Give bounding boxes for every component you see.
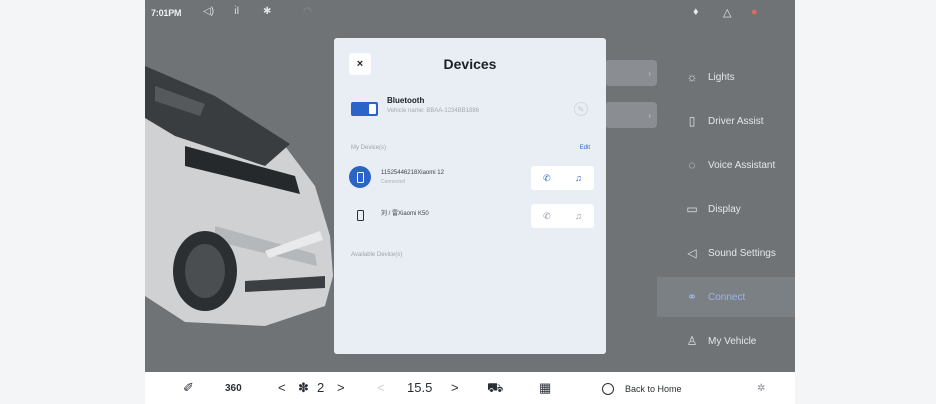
menu-item-sound-settings[interactable]: ◁ Sound Settings (657, 233, 795, 273)
fan-level: 2 (317, 380, 325, 395)
climate-settings-icon[interactable]: ✲ (757, 383, 765, 394)
call-icon[interactable]: ✆ (543, 211, 551, 222)
menu-item-connect[interactable]: ⚭ Connect (657, 277, 795, 317)
available-devices-label: Available Device(s) (351, 252, 403, 258)
device-row[interactable]: 刘 / 雷Xiaomi K50 ✆ ♫ (349, 203, 594, 229)
car-icon[interactable]: ⛟ (487, 380, 503, 398)
home-icon[interactable] (602, 383, 614, 395)
vehicle-name: Vehicle name: BBAA-1234BB1886 (387, 108, 480, 114)
mic-icon[interactable]: ♦ (693, 6, 699, 18)
menu-item-label: Voice Assistant (708, 159, 776, 171)
vehicle-illustration (145, 66, 333, 326)
notification-icon[interactable]: △ (723, 6, 731, 19)
devices-dialog: × Devices Bluetooth Vehicle name: BBAA-1… (334, 38, 606, 354)
toggle-knob (369, 104, 376, 114)
wifi-icon: ◠ (303, 6, 312, 17)
bluetooth-toggle[interactable] (351, 102, 378, 116)
device-name: 刘 / 雷Xiaomi K50 (381, 211, 429, 217)
device-actions: ✆ ♫ (531, 204, 594, 228)
fan-icon: ✽ (298, 380, 309, 395)
bluetooth-label: Bluetooth (387, 96, 425, 105)
menu-item-label: Sound Settings (708, 247, 776, 259)
volume-icon: ◁) (203, 6, 215, 17)
seat-icon[interactable]: ✐ (183, 380, 194, 396)
menu-item-voice-assistant[interactable]: ◌ Voice Assistant (657, 145, 795, 185)
signal-icon: ı̇l (234, 6, 239, 17)
menu-item-lights[interactable]: ☼ Lights (657, 57, 795, 97)
dialog-title: Devices (443, 56, 497, 72)
menu-item-label: My Vehicle (708, 335, 757, 347)
voice-assistant-icon: ◌ (688, 158, 696, 172)
fan-decrease-button[interactable]: < (278, 380, 286, 395)
bluetooth-icon: ✱ (263, 6, 272, 17)
my-devices-label: My Device(s) (351, 145, 387, 151)
music-icon[interactable]: ♫ (575, 211, 582, 221)
device-row[interactable]: 11525446218Xiaomi 12 Connected ✆ ♫ (349, 165, 594, 191)
bluetooth-row: Bluetooth Vehicle name: BBAA-1234BB1886 … (349, 94, 594, 130)
background-tile: › (605, 60, 657, 86)
menu-item-driver-assist[interactable]: ▯ Driver Assist (657, 101, 795, 141)
music-icon[interactable]: ♫ (575, 173, 582, 183)
back-to-home-button[interactable]: Back to Home (625, 384, 682, 394)
edit-button[interactable]: Edit (580, 145, 590, 151)
temp-decrease-button[interactable]: < (377, 380, 385, 395)
fan-increase-button[interactable]: > (337, 380, 345, 395)
temp-increase-button[interactable]: > (451, 380, 459, 395)
view-360-button[interactable]: 360 (225, 383, 242, 394)
bottom-bar: ✐ 360 < ✽ 2 > < 15.5 > ⛟ ▦ Back to Home … (145, 372, 795, 404)
menu-item-label: Connect (708, 291, 746, 303)
device-status: Connected (381, 179, 406, 185)
device-actions: ✆ ♫ (531, 166, 594, 190)
phone-icon (349, 166, 371, 188)
temperature-value: 15.5 (407, 380, 433, 395)
speaker-icon: ◁ (687, 246, 697, 260)
background-tile: › (605, 102, 657, 128)
status-bar: 7:01PM ◁) ı̇l ✱ ◠ ♦ △ ● (145, 0, 795, 26)
menu-item-my-vehicle[interactable]: ♙ My Vehicle (657, 321, 795, 361)
menu-item-label: Display (708, 203, 741, 215)
light-icon: ☼ (686, 70, 698, 84)
link-icon: ⚭ (686, 290, 698, 304)
display-icon: ▭ (686, 202, 698, 216)
menu-item-display[interactable]: ▭ Display (657, 189, 795, 229)
device-name: 11525446218Xiaomi 12 (381, 170, 444, 176)
call-icon[interactable]: ✆ (543, 173, 551, 184)
edit-name-icon[interactable]: ✎ (574, 102, 588, 116)
phone-icon (349, 204, 371, 226)
person-icon: ♙ (686, 334, 698, 348)
driver-assist-icon: ▯ (688, 114, 696, 128)
menu-item-label: Lights (708, 71, 735, 83)
profile-icon[interactable]: ● (751, 6, 758, 18)
settings-menu: ☼ Lights ▯ Driver Assist ◌ Voice Assista… (657, 26, 795, 371)
apps-grid-icon[interactable]: ▦ (539, 380, 551, 396)
menu-item-label: Driver Assist (708, 115, 764, 127)
status-time: 7:01PM (151, 8, 182, 18)
